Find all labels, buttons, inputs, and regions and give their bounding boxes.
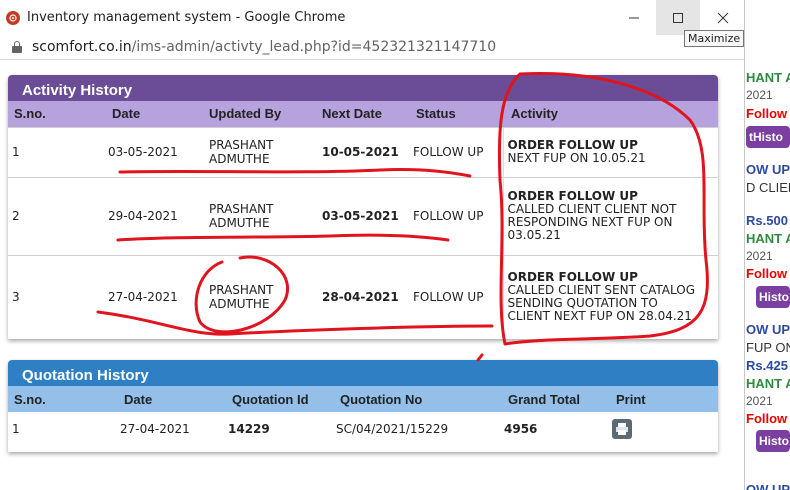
window-title: Inventory management system - Google Chr… xyxy=(27,10,346,25)
row-activity: ORDER FOLLOW UP CALLED CLIENT SENT CATAL… xyxy=(502,254,718,339)
bg-text: HANT A xyxy=(746,70,790,85)
column-quotation-no: Quotation No xyxy=(332,386,500,412)
maximize-tooltip: Maximize xyxy=(684,30,744,47)
bg-text: 2021 xyxy=(746,88,773,102)
row-quotation-id: 14229 xyxy=(228,422,270,436)
bg-text: Rs.425 xyxy=(746,358,788,373)
row-next-date: 28-04-2021 xyxy=(314,254,410,339)
bg-text: OW UP xyxy=(746,322,790,337)
column-quotation-id: Quotation Id xyxy=(224,386,332,412)
print-icon[interactable] xyxy=(612,419,632,439)
column-status: Status xyxy=(410,101,503,127)
row-activity: ORDER FOLLOW UP NEXT FUP ON 10.05.21 xyxy=(502,126,718,177)
history-button[interactable]: Histo xyxy=(756,286,790,308)
row-next-date: 10-05-2021 xyxy=(314,126,410,177)
bg-text: OW UP xyxy=(746,162,790,177)
bg-text: Rs.500 xyxy=(746,213,788,228)
row-updated-by: PRASHANT ADMUTHE xyxy=(204,126,314,177)
history-button[interactable]: tHisto xyxy=(746,126,790,148)
quotation-table: S.no. Date Quotation Id Quotation No Gra… xyxy=(8,386,718,446)
row-sno: 1 xyxy=(12,422,20,436)
row-sno: 3 xyxy=(8,254,100,339)
url-text[interactable]: scomfort.co.in/ims-admin/activty_lead.ph… xyxy=(32,39,496,55)
bg-text: 2021 xyxy=(746,249,773,263)
activity-history-panel: Activity History S.no. Date Updated By N… xyxy=(8,75,718,339)
row-updated-by: PRASHANT ADMUTHE xyxy=(204,176,314,255)
background-page: HANT A 2021 Follow tHisto OW UP D CLIEN … xyxy=(746,0,790,490)
column-sno: S.no. xyxy=(8,386,116,412)
bg-text: HANT A xyxy=(746,231,790,246)
bg-text: D CLIEN xyxy=(746,180,790,195)
quotation-history-heading: Quotation History xyxy=(8,360,718,386)
bg-text: 2021 xyxy=(746,394,773,408)
app-icon xyxy=(6,10,20,25)
column-date: Date xyxy=(100,101,204,127)
quotation-history-panel: Quotation History S.no. Date Quotation I… xyxy=(8,360,718,452)
column-grand-total: Grand Total xyxy=(500,386,608,412)
bg-text: Follow xyxy=(746,411,788,426)
quotation-columns-row: S.no. Date Quotation Id Quotation No Gra… xyxy=(8,386,718,412)
row-date: 27-04-2021 xyxy=(100,254,204,339)
activity-history-heading: Activity History xyxy=(8,75,718,101)
row-next-date: 03-05-2021 xyxy=(314,176,410,255)
row-date: 29-04-2021 xyxy=(100,176,204,255)
bg-text: Follow xyxy=(746,266,788,281)
table-row: 2 29-04-2021 PRASHANT ADMUTHE 03-05-2021 … xyxy=(8,176,718,255)
row-sno: 1 xyxy=(8,126,100,177)
lock-icon xyxy=(12,41,22,53)
activity-table: S.no. Date Updated By Next Date Status A… xyxy=(8,101,718,339)
activity-columns-row: S.no. Date Updated By Next Date Status A… xyxy=(8,101,718,127)
column-next-date: Next Date xyxy=(314,101,410,127)
column-activity: Activity xyxy=(503,101,718,127)
row-grand-total: 4956 xyxy=(504,422,538,436)
page-content: Activity History S.no. Date Updated By N… xyxy=(0,60,744,490)
address-bar[interactable]: scomfort.co.in/ims-admin/activty_lead.ph… xyxy=(0,35,744,60)
table-row: 3 27-04-2021 PRASHANT ADMUTHE 28-04-2021 … xyxy=(8,254,718,339)
minimize-icon[interactable] xyxy=(612,0,656,35)
row-date: 27-04-2021 xyxy=(120,422,190,436)
row-quotation-no: SC/04/2021/15229 xyxy=(336,422,449,436)
table-row: 1 27-04-2021 14229 SC/04/2021/15229 4956 xyxy=(8,412,718,446)
row-status: FOLLOW UP xyxy=(410,126,503,177)
column-print: Print xyxy=(608,386,718,412)
bg-text: Follow xyxy=(746,106,788,121)
bg-text: OW UP xyxy=(746,482,790,490)
column-updated-by: Updated By xyxy=(204,101,314,127)
row-print xyxy=(608,412,718,446)
bg-text: HANT A xyxy=(746,376,790,391)
row-date: 03-05-2021 xyxy=(100,126,204,177)
row-status: FOLLOW UP xyxy=(410,176,503,255)
table-row: 1 03-05-2021 PRASHANT ADMUTHE 10-05-2021 … xyxy=(8,126,718,177)
row-status: FOLLOW UP xyxy=(410,254,503,339)
chrome-popup-window: Inventory management system - Google Chr… xyxy=(0,0,745,490)
bg-text: FUP ON xyxy=(746,340,790,355)
row-sno: 2 xyxy=(8,176,100,255)
title-bar[interactable]: Inventory management system - Google Chr… xyxy=(0,0,744,47)
column-sno: S.no. xyxy=(8,101,100,127)
column-date: Date xyxy=(116,386,224,412)
history-button[interactable]: Histo xyxy=(756,430,790,452)
row-updated-by: PRASHANT ADMUTHE xyxy=(204,254,314,339)
row-activity: ORDER FOLLOW UP CALLED CLIENT CLIENT NOT… xyxy=(502,176,718,255)
